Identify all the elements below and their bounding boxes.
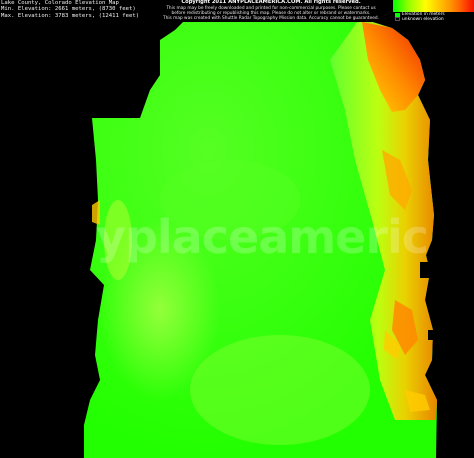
copyright-line: Copyright 2011 ANYPLACEAMERICA.COM. All … bbox=[181, 0, 361, 5]
copyright-notice: Copyright 2011 ANYPLACEAMERICA.COM. All … bbox=[160, 0, 382, 21]
map-area: yplaceamerica.com bbox=[0, 0, 474, 458]
elevation-legend: Elevation in meters unknown elevation bbox=[393, 0, 474, 22]
notice-line-1: This map may be freely downloaded and pr… bbox=[166, 5, 376, 11]
elevation-color-scale bbox=[393, 0, 474, 12]
legend-unknown-label: unknown elevation bbox=[402, 16, 444, 22]
min-elevation: Min. Elevation: 2661 meters, (8730 feet) bbox=[1, 6, 136, 13]
map-header: Lake County, Colorado Elevation Map Min. … bbox=[0, 0, 474, 22]
legend-unknown-row: unknown elevation bbox=[395, 17, 444, 22]
legend-unknown-swatch bbox=[395, 17, 400, 21]
notice-line-2: before redistributing or republishing th… bbox=[171, 10, 371, 16]
county-elevation-map bbox=[84, 18, 437, 458]
notice-line-3: This map was created with Shuttle Radar … bbox=[163, 15, 379, 21]
max-elevation: Max. Elevation: 3783 meters, (12411 feet… bbox=[1, 12, 140, 19]
title-block: Lake County, Colorado Elevation Map Min. … bbox=[1, 0, 139, 19]
